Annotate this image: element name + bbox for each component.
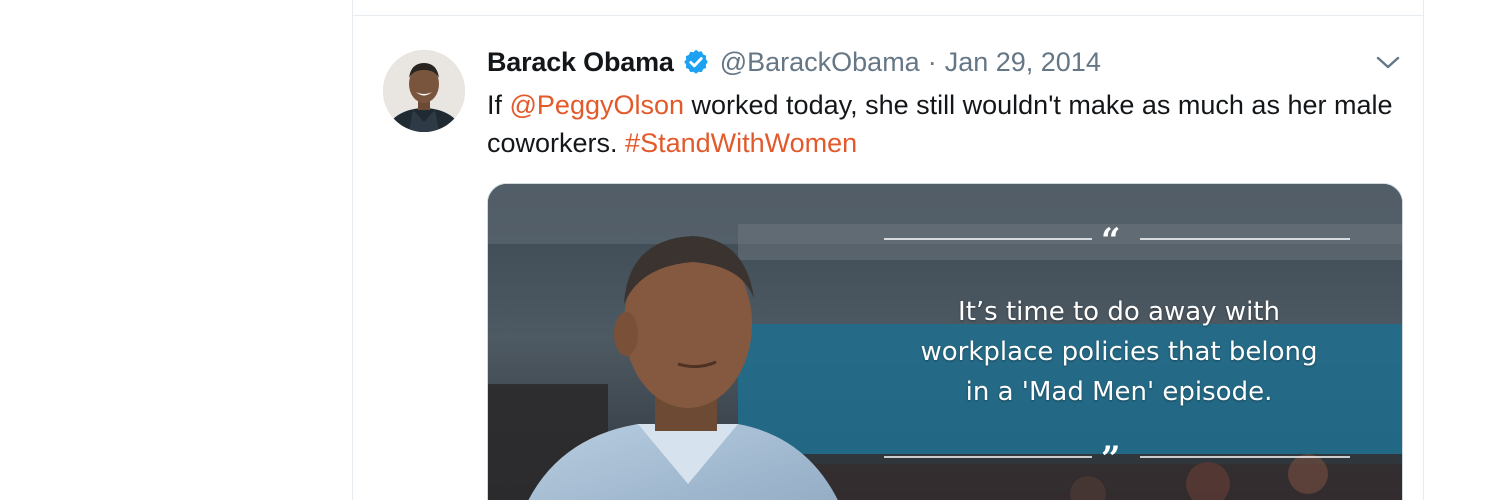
- tweet-timestamp[interactable]: Jan 29, 2014: [945, 47, 1101, 78]
- separator-dot: ·: [927, 46, 937, 77]
- tweet-text: If @PeggyOlson worked today, she still w…: [487, 86, 1407, 162]
- timeline-column: Barack Obama @BarackObama · Jan 29, 2014…: [352, 0, 1424, 500]
- avatar-photo: [383, 50, 465, 132]
- open-quote-icon: “: [1101, 221, 1121, 261]
- quote-line: workplace policies that belong: [920, 337, 1318, 367]
- quote-rule-right-bottom: [1140, 456, 1350, 458]
- verified-badge-icon: [682, 48, 710, 76]
- chevron-down-icon[interactable]: [1375, 54, 1401, 72]
- close-quote-icon: ”: [1101, 439, 1121, 479]
- quote-text: It’s time to do away with workplace poli…: [884, 292, 1354, 412]
- hashtag-link[interactable]: #StandWithWomen: [625, 128, 857, 158]
- tweet-media-image[interactable]: “ It’s time to do away with workplace po…: [487, 183, 1403, 500]
- quote-rule-right: [1140, 238, 1350, 240]
- quote-line: It’s time to do away with: [958, 297, 1280, 327]
- screen-name[interactable]: @BarackObama: [720, 47, 920, 78]
- avatar[interactable]: [383, 50, 465, 132]
- display-name[interactable]: Barack Obama: [487, 47, 674, 78]
- tweet-header: Barack Obama @BarackObama · Jan 29, 2014: [487, 44, 1101, 80]
- tweet[interactable]: Barack Obama @BarackObama · Jan 29, 2014…: [353, 16, 1423, 500]
- mention-link[interactable]: @PeggyOlson: [510, 90, 685, 120]
- quote-rule-left: [884, 238, 1092, 240]
- quote-line: in a 'Mad Men' episode.: [965, 377, 1273, 407]
- quote-rule-left-bottom: [884, 456, 1092, 458]
- tweet-text-part: If: [487, 90, 510, 120]
